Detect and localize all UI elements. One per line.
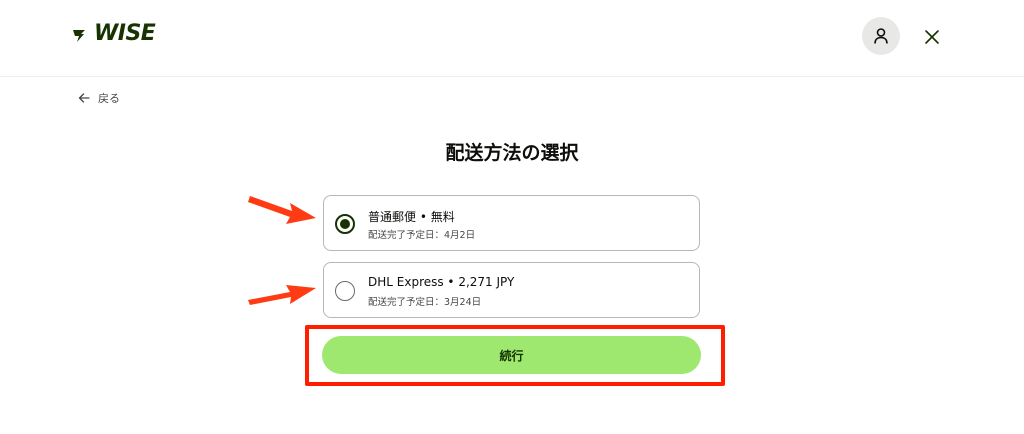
close-icon	[925, 30, 939, 44]
radio-button[interactable]	[335, 281, 355, 301]
wise-flag-icon	[73, 30, 85, 42]
back-label: 戻る	[98, 92, 120, 105]
option-delivery-date: 配送完了予定日：4月2日	[368, 230, 476, 241]
annotation-arrow-icon	[248, 196, 316, 224]
page-title: 配送方法の選択	[445, 142, 579, 164]
option-delivery-date: 配送完了予定日：3月24日	[368, 297, 482, 308]
top-header: WISE	[0, 0, 1024, 77]
close-button[interactable]	[920, 25, 944, 49]
logo-text: WISE	[94, 21, 156, 46]
option-title: 普通郵便 • 無料	[368, 210, 455, 224]
back-link[interactable]: 戻る	[78, 90, 120, 106]
arrow-left-icon	[78, 93, 90, 103]
account-button[interactable]	[862, 17, 900, 55]
shipping-option-regular-mail[interactable]: 普通郵便 • 無料 配送完了予定日：4月2日	[323, 195, 700, 251]
user-icon	[874, 28, 888, 44]
shipping-option-dhl-express[interactable]: DHL Express • 2,271 JPY 配送完了予定日：3月24日	[323, 262, 700, 318]
highlight-box	[305, 325, 725, 386]
wise-logo[interactable]: WISE	[72, 21, 156, 46]
annotation-arrow-icon	[248, 285, 316, 305]
option-title: DHL Express • 2,271 JPY	[368, 275, 515, 289]
radio-button-selected[interactable]	[335, 214, 355, 234]
